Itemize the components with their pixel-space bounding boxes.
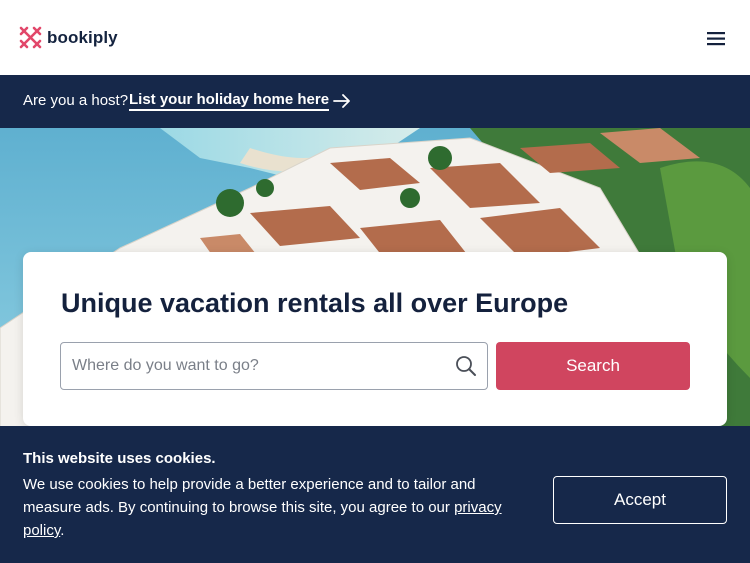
arrow-right-icon[interactable]: [333, 94, 351, 108]
search-card: Unique vacation rentals all over Europe …: [23, 252, 727, 426]
search-icon[interactable]: [455, 355, 477, 377]
destination-input[interactable]: [61, 343, 451, 389]
cookie-message: We use cookies to help provide a better …: [23, 473, 513, 542]
cookie-title: This website uses cookies.: [23, 450, 216, 467]
hamburger-menu-icon[interactable]: [703, 28, 729, 50]
host-banner: Are you a host? List your holiday home h…: [0, 75, 750, 128]
search-button[interactable]: Search: [496, 342, 690, 390]
cookie-message-text: We use cookies to help provide a better …: [23, 476, 476, 516]
destination-search-field[interactable]: [60, 342, 488, 390]
site-header: bookiply: [0, 0, 750, 75]
brand-name: bookiply: [47, 27, 118, 47]
brand-logo[interactable]: bookiply: [18, 25, 118, 50]
list-home-link[interactable]: List your holiday home here: [129, 91, 330, 111]
cookie-message-end: .: [60, 522, 65, 539]
page-title: Unique vacation rentals all over Europe: [61, 288, 569, 318]
host-question: Are you a host?: [23, 92, 129, 109]
cookie-banner: This website uses cookies. We use cookie…: [0, 426, 750, 563]
accept-cookies-button[interactable]: Accept: [553, 476, 727, 524]
bookiply-logo-icon: [19, 26, 42, 49]
